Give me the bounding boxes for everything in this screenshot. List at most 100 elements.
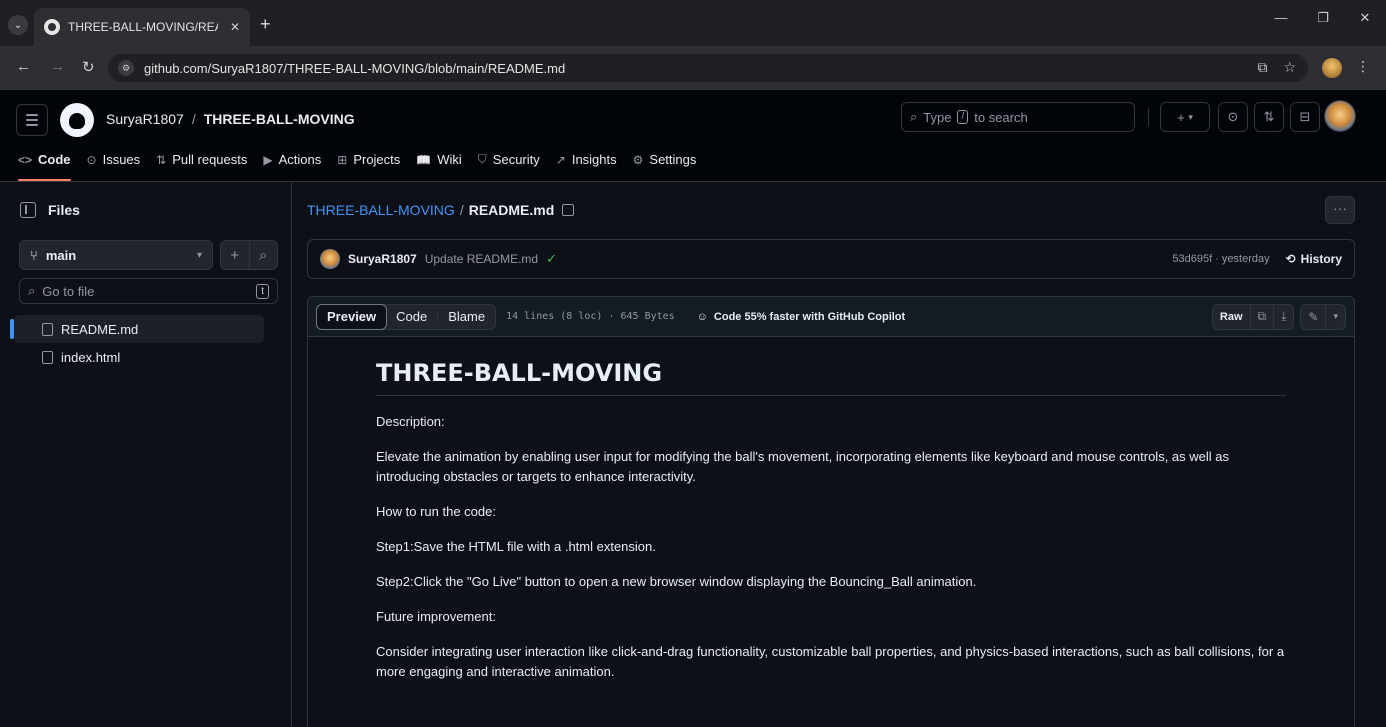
site-info-icon[interactable]: ⚙ — [118, 60, 134, 76]
tab-blame[interactable]: Blame — [438, 305, 495, 329]
inbox-button[interactable]: ⊟ — [1290, 102, 1320, 132]
github-header: SuryaR1807 / THREE-BALL-MOVING ⌕ Type / … — [0, 90, 1386, 182]
hamburger-menu-icon[interactable] — [16, 104, 48, 136]
tab-search-icon[interactable]: ⌄ — [8, 15, 28, 35]
caret-down-icon[interactable]: ▾ — [1325, 304, 1345, 329]
tab-code[interactable]: <> Code — [18, 152, 83, 181]
tab-preview[interactable]: Preview — [316, 303, 388, 330]
plus-icon: + — [1177, 109, 1185, 125]
user-avatar[interactable] — [1324, 100, 1356, 132]
issues-button[interactable]: ⊙ — [1218, 102, 1248, 132]
breadcrumb-separator: / — [191, 111, 196, 127]
tab-wiki[interactable]: 📖 Wiki — [416, 152, 474, 167]
tab-label: Security — [492, 152, 540, 167]
issue-icon: ⊙ — [86, 152, 97, 167]
file-breadcrumb: THREE-BALL-MOVING / README.md — [307, 202, 575, 218]
tab-actions[interactable]: ▶ Actions — [263, 152, 333, 167]
restore-icon[interactable]: ❐ — [1302, 10, 1344, 26]
history-button[interactable]: ⟲ History — [1286, 252, 1342, 266]
search-icon[interactable]: ⌕ — [248, 241, 278, 269]
raw-actions: Raw ⧉ ⤓ — [1211, 303, 1295, 330]
file-actions: Raw ⧉ ⤓ ✎ ▾ — [1211, 303, 1346, 330]
copy-path-icon[interactable] — [562, 204, 575, 216]
inbox-icon: ⊟ — [1299, 109, 1311, 124]
tab-settings[interactable]: ⚙ Settings — [633, 152, 709, 167]
repo-link[interactable]: THREE-BALL-MOVING — [204, 111, 355, 127]
pull-requests-button[interactable]: ⇅ — [1254, 102, 1284, 132]
github-favicon-icon — [44, 19, 60, 35]
file-tree-item-index[interactable]: index.html — [14, 343, 264, 371]
readme-paragraph: Description: — [376, 414, 445, 429]
tab-label: Code — [38, 152, 71, 167]
tab-label: Projects — [353, 152, 401, 167]
create-new-button[interactable]: + ▾ — [1160, 102, 1210, 132]
tab-projects[interactable]: ⊞ Projects — [337, 152, 412, 167]
tab-label: Issues — [102, 152, 141, 167]
forward-icon[interactable]: → — [50, 58, 65, 75]
close-window-icon[interactable]: ✕ — [1344, 10, 1386, 26]
gear-icon: ⚙ — [632, 152, 644, 167]
breadcrumb-file-name: README.md — [468, 202, 555, 218]
branch-selector[interactable]: ⑂ main ▾ — [19, 240, 213, 270]
url-text[interactable]: github.com/SuryaR1807/THREE-BALL-MOVING/… — [144, 61, 565, 76]
repo-breadcrumb: SuryaR1807 / THREE-BALL-MOVING — [106, 111, 355, 127]
pull-request-icon: ⇅ — [156, 152, 167, 167]
tab-code-view[interactable]: Code — [386, 305, 437, 329]
tab-label: Actions — [278, 152, 322, 167]
add-file-icon[interactable]: + — [221, 241, 249, 269]
caret-down-icon: ▾ — [1188, 111, 1193, 122]
back-icon[interactable]: ← — [16, 58, 31, 75]
readme-paragraph: Step1:Save the HTML file with a .html ex… — [376, 539, 656, 554]
book-icon: 📖 — [416, 152, 432, 167]
new-tab-icon[interactable]: + — [260, 14, 271, 35]
more-options-button[interactable]: ··· — [1325, 196, 1355, 224]
check-icon: ✓ — [546, 251, 557, 266]
browser-menu-icon[interactable]: ⋮ — [1356, 58, 1370, 75]
reload-icon[interactable]: ↻ — [82, 58, 95, 76]
pencil-icon[interactable]: ✎ — [1301, 305, 1325, 329]
go-to-file-placeholder: Go to file — [42, 283, 95, 299]
owner-link[interactable]: SuryaR1807 — [106, 111, 184, 127]
download-icon[interactable]: ⤓ — [1273, 304, 1293, 329]
raw-button[interactable]: Raw — [1213, 305, 1250, 329]
address-bar[interactable]: ⚙ github.com/SuryaR1807/THREE-BALL-MOVIN… — [108, 54, 1308, 82]
copilot-promo[interactable]: ☺ Code 55% faster with GitHub Copilot — [697, 311, 906, 323]
commit-message[interactable]: Update README.md — [425, 252, 538, 266]
copy-raw-icon[interactable]: ⧉ — [1249, 304, 1274, 329]
go-to-file-input[interactable]: ⌕ Go to file t — [19, 278, 278, 304]
search-prefix: Type — [923, 109, 952, 125]
tab-label: Pull requests — [172, 152, 248, 167]
file-icon — [42, 322, 53, 336]
tab-label: Settings — [649, 152, 697, 167]
search-suffix: to search — [974, 109, 1028, 125]
search-input[interactable]: ⌕ Type / to search — [901, 102, 1135, 132]
file-view: Preview Code Blame 14 lines (8 loc) · 64… — [307, 296, 1355, 727]
install-app-icon[interactable]: ⧉ — [1257, 59, 1267, 76]
bookmark-star-icon[interactable]: ☆ — [1283, 59, 1296, 76]
files-header: Files — [20, 202, 80, 218]
commit-author-avatar[interactable] — [320, 249, 340, 269]
readme-paragraph: Step2:Click the "Go Live" button to open… — [376, 574, 977, 589]
breadcrumb-repo-link[interactable]: THREE-BALL-MOVING — [307, 202, 455, 218]
file-toolbar: Preview Code Blame 14 lines (8 loc) · 64… — [308, 297, 1354, 337]
edit-actions: ✎ ▾ — [1300, 303, 1346, 330]
tab-close-icon[interactable]: ✕ — [230, 20, 240, 34]
history-label: History — [1300, 252, 1342, 266]
tab-label: Wiki — [437, 152, 462, 167]
tab-security[interactable]: ⛉ Security — [478, 152, 552, 167]
commit-meta[interactable]: 53d695f · yesterday — [1172, 253, 1269, 265]
commit-author[interactable]: SuryaR1807 — [348, 252, 417, 266]
sidebar-tools: + ⌕ — [220, 240, 278, 270]
browser-profile-avatar[interactable] — [1322, 58, 1342, 78]
browser-tab[interactable]: THREE-BALL-MOVING/READMI ✕ — [34, 8, 250, 46]
readme-paragraph: Future improvement: — [376, 609, 496, 624]
files-title: Files — [48, 202, 80, 218]
tab-insights[interactable]: ↗ Insights — [556, 152, 629, 167]
github-logo-icon[interactable] — [60, 103, 94, 137]
file-tree-item-readme[interactable]: README.md — [10, 315, 264, 343]
tab-issues[interactable]: ⊙ Issues — [87, 152, 153, 167]
caret-down-icon: ▾ — [196, 249, 202, 261]
sidebar-collapse-icon[interactable] — [20, 202, 36, 218]
tab-pull-requests[interactable]: ⇅ Pull requests — [156, 152, 259, 167]
minimize-icon[interactable]: — — [1260, 10, 1302, 26]
